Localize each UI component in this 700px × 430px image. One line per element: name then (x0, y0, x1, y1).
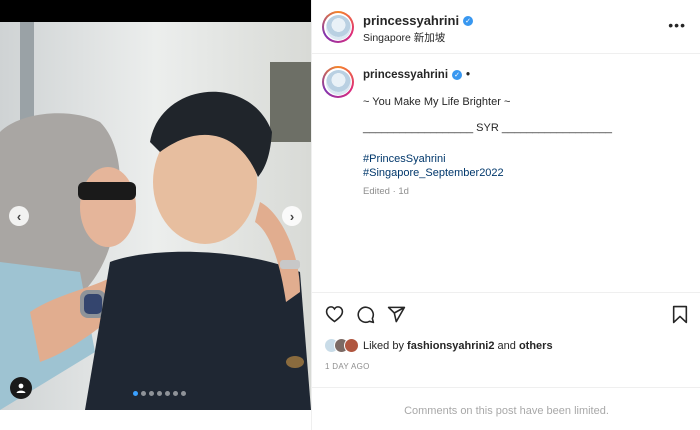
liker-avatar[interactable] (344, 338, 359, 353)
post-header: princessyahrini ✓ Singapore 新加坡 ••• (312, 0, 700, 54)
user-tag-icon (16, 383, 26, 393)
caption-text: ~ You Make My Life Brighter ~ __________… (363, 95, 612, 180)
hashtag-link[interactable]: #Singapore_September2022 (363, 166, 612, 180)
liked-by-label: Liked by (363, 339, 404, 352)
bookmark-icon[interactable] (672, 305, 688, 324)
likes-others-link[interactable]: others (519, 340, 553, 352)
comments-limited-notice: Comments on this post have been limited. (404, 405, 609, 417)
verified-badge-icon: ✓ (452, 70, 463, 80)
caption-line: ~ You Make My Life Brighter ~ (363, 96, 511, 108)
post-photo (0, 22, 311, 410)
likes-and-label: and (497, 339, 516, 352)
likes-summary: Liked by fashionsyahrini2 and others (324, 338, 553, 353)
author-username[interactable]: princessyahrini (363, 13, 459, 28)
caption-username[interactable]: princessyahrini (363, 69, 448, 81)
caption-avatar[interactable] (322, 66, 354, 98)
next-slide-button[interactable]: › (282, 206, 302, 226)
hashtag-link[interactable]: #PrincesSyahrini (363, 152, 612, 166)
carousel-dot (157, 391, 162, 396)
liker-username[interactable]: fashionsyahrini2 (407, 340, 494, 352)
carousel-dot (181, 391, 186, 396)
carousel-dot (149, 391, 154, 396)
caption-bullet: • (466, 69, 471, 81)
action-bar (312, 292, 700, 336)
edited-timestamp: Edited · 1d (363, 186, 409, 197)
carousel-dot (173, 391, 178, 396)
caption-signature-line: __________________ SYR _________________… (363, 122, 612, 134)
comment-icon[interactable] (356, 305, 375, 324)
tagged-users-button[interactable] (10, 377, 32, 399)
carousel-dot (165, 391, 170, 396)
location-link[interactable]: Singapore 新加坡 (363, 30, 445, 45)
carousel-dot (141, 391, 146, 396)
author-avatar[interactable] (322, 11, 354, 43)
carousel-indicator (133, 391, 186, 396)
comments-footer: Comments on this post have been limited. (312, 387, 700, 430)
post-date[interactable]: 1 DAY AGO (325, 362, 370, 371)
chevron-right-icon: › (289, 208, 295, 224)
chevron-left-icon: ‹ (16, 208, 22, 224)
heart-icon[interactable] (325, 305, 344, 323)
share-icon[interactable] (387, 305, 406, 324)
carousel-dot-active (133, 391, 138, 396)
post-sidebar: princessyahrini ✓ Singapore 新加坡 ••• prin… (311, 0, 700, 430)
verified-badge-icon: ✓ (463, 15, 474, 26)
more-horizontal-icon[interactable]: ••• (668, 17, 686, 33)
post-media[interactable]: ‹ › (0, 0, 311, 410)
previous-slide-button[interactable]: ‹ (9, 206, 29, 226)
